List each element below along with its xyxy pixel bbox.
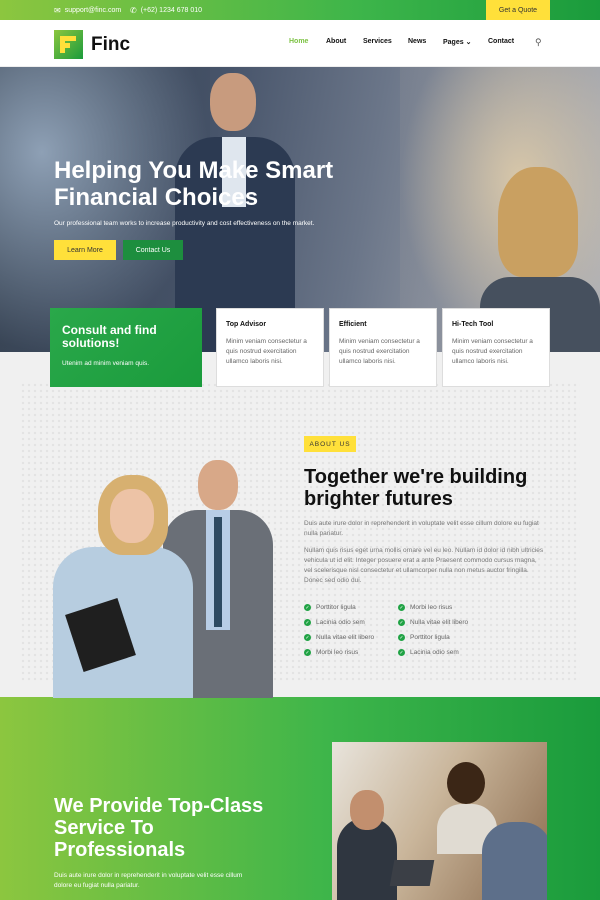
phone-contact[interactable]: ✆ (+62) 1234 678 010 xyxy=(130,0,202,20)
check-icon: ✓ xyxy=(398,604,405,611)
about-team-photo xyxy=(48,455,278,698)
about-paragraph: Nullam quis risus eget urna mollis ornar… xyxy=(304,547,544,584)
check-icon: ✓ xyxy=(398,649,405,656)
feature-text: Minim veniam consectetur a quis nostrud … xyxy=(339,338,420,365)
about-tag: ABOUT US xyxy=(304,436,356,452)
hero-title: Helping You Make Smart Financial Choices xyxy=(54,157,334,211)
list-item: ✓ Nulla vitae elit libero xyxy=(398,619,469,626)
feature-title: Hi-Tech Tool xyxy=(452,321,494,328)
services-title: We Provide Top-Class Service To Professi… xyxy=(54,795,264,861)
list-item: ✓ Porttitor ligula xyxy=(398,634,450,641)
nav-about[interactable]: About xyxy=(326,38,346,45)
list-item: ✓ Morbi leo risus xyxy=(304,649,359,656)
check-icon: ✓ xyxy=(304,649,311,656)
email-text: support@finc.com xyxy=(64,6,122,14)
check-icon: ✓ xyxy=(304,634,311,641)
meeting-photo xyxy=(332,742,547,900)
phone-text: (+62) 1234 678 010 xyxy=(140,6,203,14)
nav-pages[interactable]: Pages ⌄ xyxy=(443,38,471,46)
feature-title: Efficient xyxy=(339,321,367,328)
feature-title: Top Advisor xyxy=(226,321,267,328)
nav-contact[interactable]: Contact xyxy=(488,38,514,45)
list-item: ✓ Lacinia odio sem xyxy=(304,619,365,626)
list-item: ✓ Morbi leo risus xyxy=(398,604,453,611)
check-icon: ✓ xyxy=(398,619,405,626)
feature-card[interactable]: Efficient Minim veniam consectetur a qui… xyxy=(329,308,437,387)
nav-home[interactable]: Home xyxy=(289,38,308,45)
nav-pages-label: Pages xyxy=(443,39,464,46)
feature-card[interactable]: Hi-Tech Tool Minim veniam consectetur a … xyxy=(442,308,550,387)
get-quote-button[interactable]: Get a Quote xyxy=(486,0,550,20)
logo-mark xyxy=(54,30,83,59)
about-paragraph: Duis aute irure dolor in reprehenderit i… xyxy=(304,520,539,537)
search-icon[interactable]: ⚲ xyxy=(535,37,542,48)
consult-box: Consult and find solutions! Utenim ad mi… xyxy=(50,308,202,387)
feature-text: Minim veniam consectetur a quis nostrud … xyxy=(452,338,533,365)
nav-services[interactable]: Services xyxy=(363,38,392,45)
services-text: Duis aute irure dolor in reprehenderit i… xyxy=(54,872,243,889)
check-icon: ✓ xyxy=(304,619,311,626)
check-icon: ✓ xyxy=(398,634,405,641)
logo[interactable]: Finc xyxy=(54,30,130,59)
learn-more-button[interactable]: Learn More xyxy=(54,240,116,260)
consult-text: Utenim ad minim veniam quis. xyxy=(62,360,150,367)
brand-name: Finc xyxy=(91,33,131,55)
chevron-down-icon: ⌄ xyxy=(465,39,472,46)
list-item: ✓ Lacinia odio sem xyxy=(398,649,459,656)
feature-card[interactable]: Top Advisor Minim veniam consectetur a q… xyxy=(216,308,324,387)
list-item: ✓ Porttitor ligula xyxy=(304,604,356,611)
site-header: Finc Home About Services News Pages ⌄ Co… xyxy=(0,20,600,67)
contact-us-button[interactable]: Contact Us xyxy=(123,240,183,260)
check-icon: ✓ xyxy=(304,604,311,611)
list-item: ✓ Nulla vitae elit libero xyxy=(304,634,375,641)
consult-title: Consult and find solutions! xyxy=(62,323,157,350)
envelope-icon: ✉ xyxy=(54,5,61,15)
services-section: We Provide Top-Class Service To Professi… xyxy=(0,697,600,900)
top-bar: ✉ support@finc.com ✆ (+62) 1234 678 010 … xyxy=(0,0,600,20)
nav-news[interactable]: News xyxy=(408,38,426,45)
about-title: Together we're building brighter futures xyxy=(304,466,528,510)
hero-subtitle: Our professional team works to increase … xyxy=(54,220,315,227)
feature-text: Minim veniam consectetur a quis nostrud … xyxy=(226,338,307,365)
phone-icon: ✆ xyxy=(130,5,137,15)
email-contact[interactable]: ✉ support@finc.com xyxy=(54,0,121,20)
